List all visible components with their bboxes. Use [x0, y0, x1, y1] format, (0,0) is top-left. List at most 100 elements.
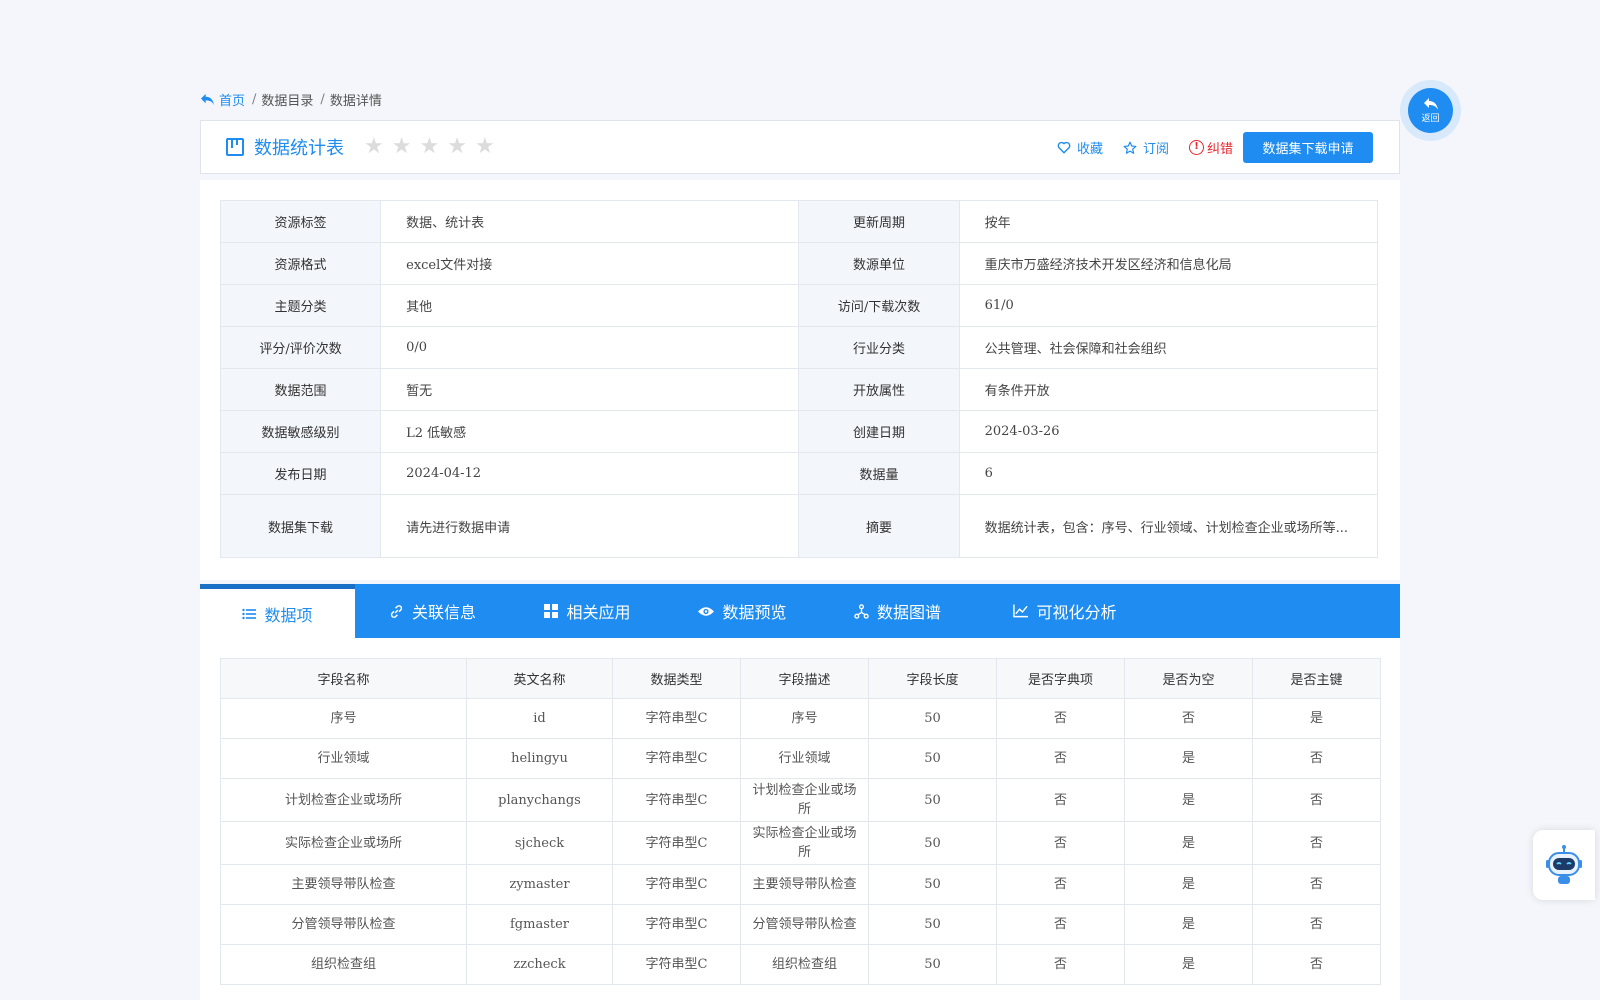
rating-stars[interactable]: ★ ★ ★ ★ ★ [364, 136, 495, 158]
tab-label: 数据项 [264, 605, 313, 625]
column-header: 是否为空 [1124, 658, 1253, 699]
table-cell: 否 [996, 738, 1125, 779]
table-cell: 50 [868, 944, 997, 985]
back-button[interactable]: 返回 [1400, 80, 1461, 141]
link-icon [389, 604, 404, 619]
column-header: 字段名称 [220, 658, 467, 699]
tab-grid[interactable]: 相关应用 [510, 584, 665, 638]
table-cell: helingyu [466, 738, 613, 779]
table-cell: 是 [1124, 738, 1253, 779]
info-row: 评分/评价次数 0/0 行业分类 公共管理、社会保障和社会组织 [219, 326, 1379, 369]
star-icon[interactable]: ★ [475, 136, 495, 158]
fields-table: 字段名称 英文名称 数据类型 字段描述 字段长度 是否字典项 是否为空 是否主键 序号 id 字符… [220, 658, 1381, 985]
table-row: 组织检查组 zzcheck 字符串型C 组织检查组 50 否是否 [220, 944, 1381, 985]
tab-label: 关联信息 [411, 603, 476, 622]
info-row: 资源格式 excel文件对接 数源单位 重庆市万盛经济技术开发区经济和信息化局 [219, 242, 1379, 285]
table-cell: 主要领导带队检查 [740, 864, 869, 905]
table-cell: 否 [1252, 778, 1381, 822]
info-label: 创建日期 [798, 410, 960, 453]
page-title: 数据统计表 [254, 138, 344, 159]
table-cell: 分管领导带队检查 [740, 904, 869, 945]
download-apply-button[interactable]: 数据集下载申请 [1243, 132, 1373, 163]
table-cell: 实际检查企业或场所 [740, 821, 869, 865]
info-value: 公共管理、社会保障和社会组织 [958, 326, 1379, 369]
graph-icon [854, 603, 869, 619]
fields-header-row: 字段名称 英文名称 数据类型 字段描述 字段长度 是否字典项 是否为空 是否主键 [220, 658, 1381, 699]
eye-icon [698, 606, 715, 617]
table-cell: 是 [1124, 944, 1253, 985]
table-cell: 分管领导带队检查 [220, 904, 467, 945]
info-row: 数据集下载 请先进行数据申请 摘要 数据统计表，包含：序号、行业领域、计划检查企业或场… [219, 494, 1379, 558]
breadcrumb-separator: / [320, 91, 325, 107]
breadcrumb-item-catalog[interactable]: 数据目录 [261, 90, 313, 109]
table-cell: 字符串型C [612, 864, 741, 905]
title-actions: 收藏 订阅 ! 纠错 数据集下载申请 [1057, 132, 1373, 163]
tab-graph[interactable]: 数据图谱 [820, 584, 975, 638]
star-icon[interactable]: ★ [392, 136, 412, 158]
table-cell: 字符串型C [612, 944, 741, 985]
back-button-inner: 返回 [1408, 88, 1453, 133]
subscribe-button[interactable]: 订阅 [1123, 138, 1169, 157]
tab-link[interactable]: 关联信息 [355, 584, 510, 638]
info-value: excel文件对接 [380, 242, 800, 285]
table-cell: 行业领域 [220, 738, 467, 779]
tab-list[interactable]: 数据项 [200, 584, 355, 638]
info-label: 主题分类 [219, 284, 382, 327]
info-value: 2024-03-26 [958, 410, 1379, 453]
info-label: 数据敏感级别 [219, 410, 382, 453]
report-error-button[interactable]: ! 纠错 [1188, 138, 1233, 157]
table-cell: 实际检查企业或场所 [220, 821, 467, 865]
table-cell: 否 [996, 944, 1125, 985]
info-value: 暂无 [380, 368, 800, 411]
tab-label: 相关应用 [566, 603, 631, 622]
star-icon[interactable]: ★ [364, 136, 384, 158]
breadcrumb-home-label: 首页 [219, 93, 246, 109]
table-cell: 否 [1252, 738, 1381, 779]
table-cell: 计划检查企业或场所 [220, 778, 467, 822]
table-row: 序号 id 字符串型C 序号 50 否否是 [220, 698, 1381, 739]
table-cell: 否 [996, 864, 1125, 905]
info-row: 发布日期 2024-04-12 数据量 6 [219, 452, 1379, 495]
table-cell: 50 [868, 778, 997, 822]
column-header: 字段描述 [740, 658, 869, 699]
exclamation-circle-icon: ! [1188, 140, 1204, 155]
table-row: 分管领导带队检查 fgmaster 字符串型C 分管领导带队检查 50 否是否 [220, 904, 1381, 945]
info-value: 2024-04-12 [380, 452, 800, 495]
info-label: 发布日期 [219, 452, 382, 495]
table-cell: 否 [1124, 698, 1253, 739]
info-value: 0/0 [380, 326, 800, 369]
robot-icon [1546, 845, 1582, 884]
heart-icon [1057, 141, 1071, 154]
info-label: 数据范围 [219, 368, 382, 411]
chart-line-icon [1013, 604, 1029, 618]
reply-arrow-icon [201, 93, 214, 105]
info-value: 6 [958, 452, 1379, 495]
tab-eye[interactable]: 数据预览 [665, 584, 820, 638]
table-row: 行业领域 helingyu 字符串型C 行业领域 50 否是否 [220, 738, 1381, 779]
table-cell: 字符串型C [612, 904, 741, 945]
table-cell: 否 [1252, 944, 1381, 985]
star-icon[interactable]: ★ [447, 136, 467, 158]
table-cell: 字符串型C [612, 778, 741, 822]
info-row: 资源标签 数据、统计表 更新周期 按年 [219, 200, 1379, 243]
table-cell: 主要领导带队检查 [220, 864, 467, 905]
table-cell: 50 [868, 864, 997, 905]
info-label: 行业分类 [798, 326, 960, 369]
table-cell: 计划检查企业或场所 [740, 778, 869, 822]
table-row: 实际检查企业或场所 sjcheck 字符串型C 实际检查企业或场所 50 否是否 [220, 821, 1381, 865]
table-cell: 50 [868, 698, 997, 739]
breadcrumb: 首页 / 数据目录 / 数据详情 [200, 89, 382, 109]
favorite-button[interactable]: 收藏 [1057, 138, 1103, 157]
back-button-label: 返回 [1421, 114, 1440, 124]
breadcrumb-home[interactable]: 首页 [200, 90, 245, 109]
star-icon[interactable]: ★ [419, 136, 439, 158]
dataset-icon [226, 138, 244, 156]
tab-chart-line[interactable]: 可视化分析 [975, 584, 1155, 638]
info-label: 资源标签 [219, 200, 382, 243]
table-cell: 否 [1252, 864, 1381, 905]
table-cell: 50 [868, 821, 997, 865]
assistant-button[interactable] [1533, 830, 1595, 900]
column-header: 是否主键 [1252, 658, 1381, 699]
table-cell: id [466, 698, 613, 739]
table-cell: 否 [996, 778, 1125, 822]
